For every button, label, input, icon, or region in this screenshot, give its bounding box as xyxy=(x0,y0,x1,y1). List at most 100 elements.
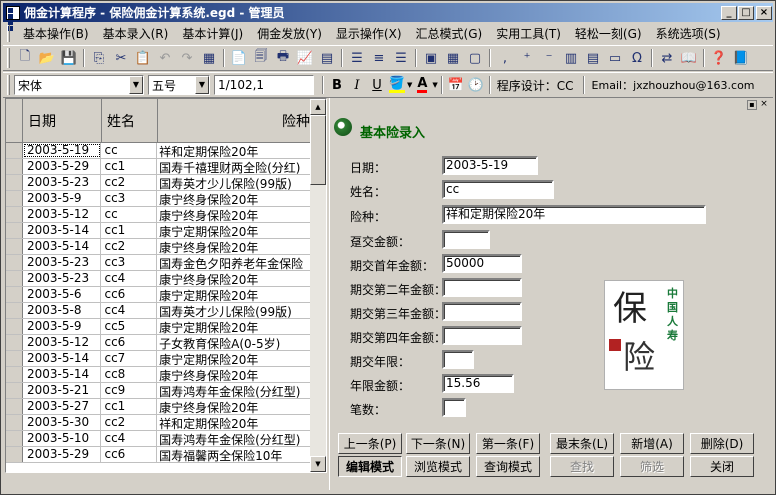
cell-type[interactable]: 国寿鸿寿年金保险(分红型) xyxy=(157,431,316,446)
cell-date[interactable]: 2003-5-8 xyxy=(23,303,102,318)
cell-date[interactable]: 2003-5-29 xyxy=(23,447,102,462)
row-indicator[interactable] xyxy=(6,319,23,334)
save-icon[interactable]: 💾 xyxy=(59,48,79,68)
close-form-button[interactable]: 关闭 xyxy=(690,456,754,477)
align-left-icon[interactable]: ☰ xyxy=(347,48,367,68)
omega-icon[interactable]: Ω xyxy=(627,48,647,68)
table-row[interactable]: 2003-5-12 cc 康宁终身保险20年 xyxy=(6,207,316,223)
cell-type[interactable]: 康宁定期保险20年 xyxy=(157,223,316,238)
row-indicator[interactable] xyxy=(6,415,23,430)
manual-icon[interactable]: 📘 xyxy=(731,48,751,68)
cell-date[interactable]: 2003-5-14 xyxy=(23,223,102,238)
cell-type[interactable]: 康宁定期保险20年 xyxy=(157,319,316,334)
cell-name[interactable]: cc5 xyxy=(101,319,158,334)
row-indicator[interactable] xyxy=(6,383,23,398)
cell-date[interactable]: 2003-5-14 xyxy=(23,239,102,254)
third-year-input[interactable] xyxy=(442,302,522,321)
table-row[interactable]: 2003-5-29 cc1 国寿千禧理财两全险(分红) xyxy=(6,159,316,175)
cell-type[interactable]: 国寿鸿寿年金保险(分红型) xyxy=(157,383,316,398)
menu-commission[interactable]: 佣金发放(Y) xyxy=(250,25,329,42)
row-indicator[interactable] xyxy=(6,143,23,158)
delete-record-button[interactable]: 删除(D) xyxy=(690,433,754,454)
cell-date[interactable]: 2003-5-19 xyxy=(23,143,102,158)
minimize-button[interactable]: _ xyxy=(721,6,737,20)
table-row[interactable]: 2003-5-23 cc4 康宁终身保险20年 xyxy=(6,271,316,287)
second-year-input[interactable] xyxy=(442,278,522,297)
table-row[interactable]: 2003-5-9 cc5 康宁定期保险20年 xyxy=(6,319,316,335)
cell-name[interactable]: cc2 xyxy=(101,175,158,190)
sheet-icon[interactable]: ▥ xyxy=(561,48,581,68)
row-indicator[interactable] xyxy=(6,223,23,238)
table-row[interactable]: 2003-5-14 cc1 康宁定期保险20年 xyxy=(6,223,316,239)
column-header-name[interactable]: 姓名 xyxy=(102,99,158,142)
bold-button[interactable]: B xyxy=(327,75,347,95)
cell-type[interactable]: 国寿千禧理财两全险(分红) xyxy=(157,159,316,174)
redo-icon[interactable]: ↷ xyxy=(177,48,197,68)
cell-type[interactable]: 康宁定期保险20年 xyxy=(157,351,316,366)
document-icon[interactable]: 📄 xyxy=(229,48,249,68)
cell-date[interactable]: 2003-5-21 xyxy=(23,383,102,398)
filter-button[interactable]: 筛选 xyxy=(620,456,684,477)
row-indicator[interactable] xyxy=(6,351,23,366)
table-icon[interactable]: ▤ xyxy=(317,48,337,68)
term-input[interactable] xyxy=(442,350,474,369)
table-row[interactable]: 2003-5-23 cc3 国寿金色夕阳养老年金保险 xyxy=(6,255,316,271)
row-indicator[interactable] xyxy=(6,287,23,302)
cell-type[interactable]: 子女教育保险A(0-5岁) xyxy=(157,335,316,350)
row-indicator[interactable] xyxy=(6,431,23,446)
cell-name[interactable]: cc6 xyxy=(101,287,158,302)
align-right-icon[interactable]: ☰ xyxy=(391,48,411,68)
inc-decimal-icon[interactable]: ⁺ xyxy=(517,48,537,68)
cell-name[interactable]: cc6 xyxy=(101,335,158,350)
cell-date[interactable]: 2003-5-9 xyxy=(23,319,102,334)
fourth-year-input[interactable] xyxy=(442,326,522,345)
calendar-icon[interactable]: 📅 xyxy=(446,75,466,95)
query-mode-button[interactable]: 查询模式 xyxy=(476,456,540,477)
row-indicator[interactable] xyxy=(6,367,23,382)
add-record-button[interactable]: 新增(A) xyxy=(620,433,684,454)
cell-date[interactable]: 2003-5-14 xyxy=(23,367,102,382)
cell-name[interactable]: cc6 xyxy=(101,447,158,462)
row-indicator[interactable] xyxy=(6,191,23,206)
table-row[interactable]: 2003-5-14 cc7 康宁定期保险20年 xyxy=(6,351,316,367)
vertical-scrollbar[interactable]: ▲ ▼ xyxy=(310,99,326,472)
cell-name[interactable]: cc3 xyxy=(101,255,158,270)
font-size-select[interactable]: 五号 ▼ xyxy=(148,75,210,95)
clock-icon[interactable]: 🕑 xyxy=(466,75,486,95)
preview-icon[interactable]: 🗐 xyxy=(251,48,271,68)
term-amount-input[interactable]: 15.56 xyxy=(442,374,514,393)
comma-icon[interactable]: , xyxy=(495,48,515,68)
cell-type[interactable]: 康宁终身保险20年 xyxy=(157,191,316,206)
chevron-down-icon[interactable]: ▼ xyxy=(129,76,143,94)
cell-date[interactable]: 2003-5-14 xyxy=(23,351,102,366)
cell-date[interactable]: 2003-5-12 xyxy=(23,207,102,222)
maximize-button[interactable]: □ xyxy=(738,6,754,20)
table-row[interactable]: 2003-5-9 cc3 康宁终身保险20年 xyxy=(6,191,316,207)
grid-icon[interactable]: ▦ xyxy=(443,48,463,68)
cell-name[interactable]: cc xyxy=(101,143,158,158)
new-icon[interactable]: 🗋 xyxy=(15,48,35,68)
cell-address-field[interactable]: 1/102,1 xyxy=(214,75,314,95)
menu-basic-calc[interactable]: 基本计算(J) xyxy=(175,25,250,42)
book-icon[interactable]: 📖 xyxy=(679,48,699,68)
cell-name[interactable]: cc3 xyxy=(101,191,158,206)
cell-name[interactable]: cc2 xyxy=(101,415,158,430)
row-indicator[interactable] xyxy=(6,303,23,318)
table-row[interactable]: 2003-5-19 cc 祥和定期保险20年 xyxy=(6,143,316,159)
cell-type[interactable]: 祥和定期保险20年 xyxy=(157,143,316,158)
table-row[interactable]: 2003-5-29 cc6 国寿福馨两全保险10年 xyxy=(6,447,316,463)
cell-type[interactable]: 康宁终身保险20年 xyxy=(157,239,316,254)
cell-date[interactable]: 2003-5-27 xyxy=(23,399,102,414)
cell-name[interactable]: cc4 xyxy=(101,303,158,318)
table-row[interactable]: 2003-5-8 cc4 国寿英才少儿保险(99版) xyxy=(6,303,316,319)
column-header-date[interactable]: 日期 xyxy=(23,99,102,142)
cell-type[interactable]: 康宁终身保险20年 xyxy=(157,367,316,382)
cell-date[interactable]: 2003-5-30 xyxy=(23,415,102,430)
restore-icon[interactable]: ▪ xyxy=(747,100,757,110)
table-row[interactable]: 2003-5-23 cc2 国寿英才少儿保险(99版) xyxy=(6,175,316,191)
menu-relax[interactable]: 轻松一刻(G) xyxy=(568,25,649,42)
type-input[interactable]: 祥和定期保险20年 xyxy=(442,205,706,224)
cell-date[interactable]: 2003-5-9 xyxy=(23,191,102,206)
row-indicator[interactable] xyxy=(6,207,23,222)
cell-name[interactable]: cc9 xyxy=(101,383,158,398)
